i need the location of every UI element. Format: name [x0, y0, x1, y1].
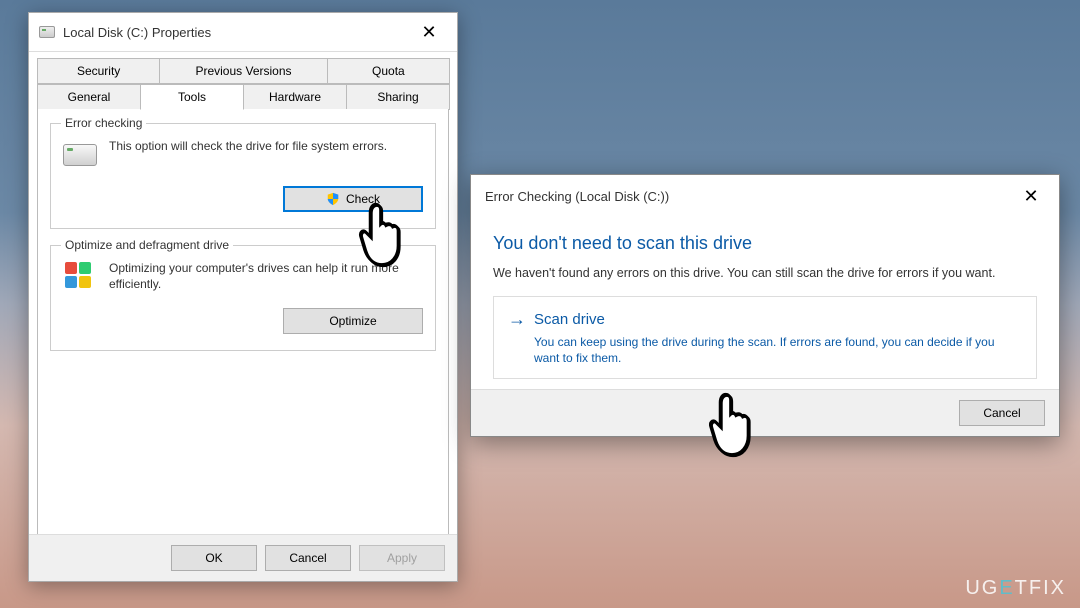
error-checking-desc: This option will check the drive for fil… — [109, 138, 423, 154]
scan-drive-option[interactable]: → Scan drive You can keep using the driv… — [493, 296, 1037, 379]
tab-sharing[interactable]: Sharing — [346, 84, 450, 110]
check-button-label: Check — [346, 192, 380, 206]
uac-shield-icon — [326, 192, 340, 206]
scan-drive-title: Scan drive — [534, 311, 605, 328]
tab-quota[interactable]: Quota — [327, 58, 450, 84]
tab-content-tools: Error checking This option will check th… — [37, 109, 449, 557]
tab-hardware[interactable]: Hardware — [243, 84, 347, 110]
properties-dialog: Local Disk (C:) Properties ✕ Security Pr… — [28, 12, 458, 582]
apply-button: Apply — [359, 545, 445, 571]
error-footer: Cancel — [471, 389, 1059, 436]
error-desc: We haven't found any errors on this driv… — [493, 266, 1037, 280]
optimize-button[interactable]: Optimize — [283, 308, 423, 334]
tab-security[interactable]: Security — [37, 58, 160, 84]
scan-drive-subtitle: You can keep using the drive during the … — [508, 334, 1022, 366]
tab-row-back: Security Previous Versions Quota — [37, 58, 449, 84]
drive-icon — [39, 26, 55, 38]
ok-button[interactable]: OK — [171, 545, 257, 571]
defrag-icon — [63, 260, 97, 294]
optimize-label: Optimize and defragment drive — [61, 238, 233, 252]
error-checking-titlebar[interactable]: Error Checking (Local Disk (C:)) ✕ — [471, 175, 1059, 217]
error-checking-dialog: Error Checking (Local Disk (C:)) ✕ You d… — [470, 174, 1060, 437]
arrow-right-icon: → — [508, 309, 526, 330]
tab-previous-versions[interactable]: Previous Versions — [159, 58, 328, 84]
error-checking-label: Error checking — [61, 116, 146, 130]
drive-icon — [63, 138, 97, 172]
close-icon[interactable]: ✕ — [1011, 183, 1051, 209]
tab-row-front: General Tools Hardware Sharing — [37, 84, 449, 110]
error-checking-group: Error checking This option will check th… — [50, 123, 436, 229]
cancel-button[interactable]: Cancel — [265, 545, 351, 571]
optimize-group: Optimize and defragment drive Optimizing… — [50, 245, 436, 351]
properties-titlebar[interactable]: Local Disk (C:) Properties ✕ — [29, 13, 457, 52]
optimize-desc: Optimizing your computer's drives can he… — [109, 260, 423, 292]
tabs-area: Security Previous Versions Quota General… — [29, 52, 457, 557]
properties-button-row: OK Cancel Apply — [29, 534, 457, 581]
error-checking-title: Error Checking (Local Disk (C:)) — [485, 189, 1011, 204]
error-heading: You don't need to scan this drive — [493, 233, 1037, 254]
check-button[interactable]: Check — [283, 186, 423, 212]
watermark: UGETFIX — [965, 577, 1066, 600]
properties-title: Local Disk (C:) Properties — [63, 25, 409, 40]
close-icon[interactable]: ✕ — [409, 19, 449, 45]
tab-tools[interactable]: Tools — [140, 84, 244, 110]
tab-general[interactable]: General — [37, 84, 141, 110]
cancel-button[interactable]: Cancel — [959, 400, 1045, 426]
